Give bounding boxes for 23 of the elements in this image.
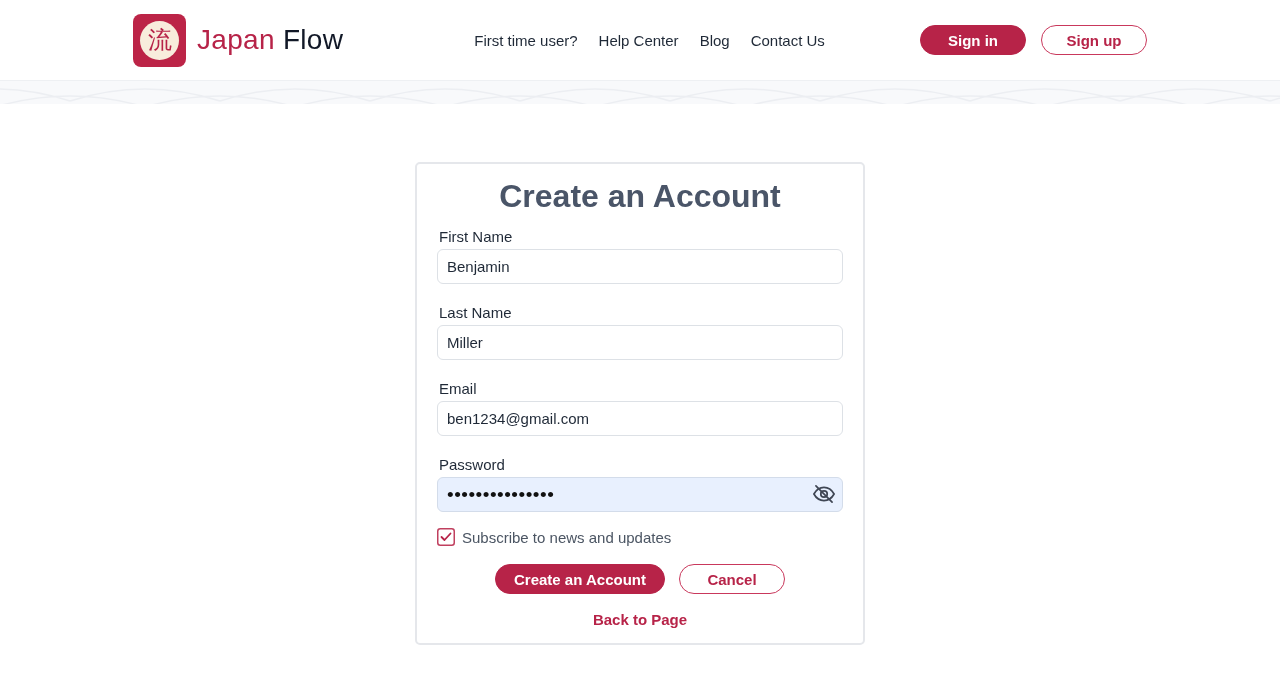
checkbox[interactable] [437,528,455,546]
field-label: Password [439,455,505,475]
nav-link[interactable]: First time user? [474,31,578,49]
form-title: Create an Account [498,177,782,216]
text-field[interactable]: Benjamin [437,249,843,284]
nav-link[interactable]: Contact Us [750,31,825,49]
cancel-button[interactable]: Cancel [679,564,785,594]
eye-slash-icon[interactable] [813,484,835,504]
nav-link[interactable]: Blog [699,31,730,49]
field-label: First Name [439,227,513,247]
create-account-button[interactable]: Create an Account [495,564,665,594]
nav-link[interactable]: Help Center [598,31,679,49]
field-label: Last Name [439,303,512,323]
logo-wordmark[interactable]: Japan Flow [197,24,344,56]
text-field[interactable]: ben1234@gmail.com [437,401,843,436]
back-link[interactable]: Back to Page [592,610,688,630]
field-label: Email [439,379,477,399]
password-field[interactable]: ••••••••••••••• [437,477,843,512]
sign-in-button[interactable]: Sign in [920,25,1026,55]
logo-mark[interactable]: 流 [133,13,186,67]
sign-up-button[interactable]: Sign up [1041,25,1147,55]
checkbox-label: Subscribe to news and updates [462,528,672,546]
text-field[interactable]: Miller [437,325,843,360]
